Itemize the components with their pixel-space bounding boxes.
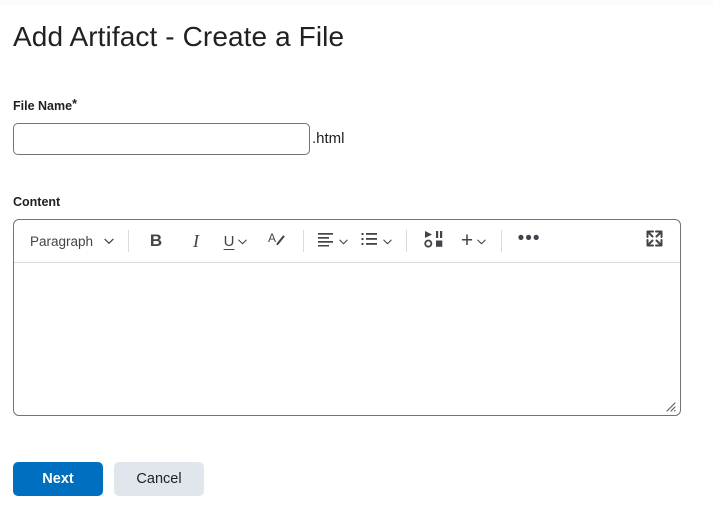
more-options-button[interactable]: ••• bbox=[509, 226, 549, 256]
chevron-down-icon bbox=[338, 236, 349, 247]
create-file-page: Add Artifact - Create a File File Name* … bbox=[0, 5, 713, 496]
fullscreen-button[interactable] bbox=[634, 226, 674, 256]
required-asterisk: * bbox=[72, 97, 77, 111]
insert-button[interactable]: + bbox=[454, 226, 494, 256]
bold-icon: B bbox=[150, 231, 162, 251]
italic-button[interactable]: I bbox=[176, 226, 216, 256]
expand-fullscreen-icon bbox=[645, 229, 664, 253]
insert-stuff-button[interactable] bbox=[414, 226, 454, 256]
bold-button[interactable]: B bbox=[136, 226, 176, 256]
file-name-label: File Name* bbox=[13, 97, 713, 114]
svg-text:A: A bbox=[268, 231, 276, 245]
toolbar-divider bbox=[303, 230, 304, 252]
editor-content-area[interactable] bbox=[14, 263, 680, 415]
align-button[interactable] bbox=[311, 226, 355, 256]
cancel-button[interactable]: Cancel bbox=[114, 462, 204, 496]
file-name-field-group: File Name* .html bbox=[0, 55, 713, 155]
align-left-icon bbox=[317, 231, 335, 252]
html-editor: Paragraph B I U bbox=[13, 219, 681, 416]
paragraph-style-label: Paragraph bbox=[30, 234, 93, 249]
form-actions: Next Cancel bbox=[0, 416, 713, 496]
toolbar-divider bbox=[501, 230, 502, 252]
toolbar-divider bbox=[406, 230, 407, 252]
chevron-down-icon bbox=[382, 236, 393, 247]
list-button[interactable] bbox=[355, 226, 399, 256]
paragraph-style-select[interactable]: Paragraph bbox=[20, 226, 121, 256]
resize-grip-icon[interactable] bbox=[662, 398, 676, 412]
plus-icon: + bbox=[461, 233, 473, 249]
content-field-group: Content Paragraph B I U bbox=[0, 155, 713, 416]
underline-button[interactable]: U bbox=[216, 226, 256, 256]
chevron-down-icon bbox=[476, 236, 487, 247]
text-style-button[interactable]: A bbox=[256, 226, 296, 256]
chevron-down-icon bbox=[237, 236, 248, 247]
file-extension-suffix: .html bbox=[312, 129, 345, 149]
ellipsis-icon: ••• bbox=[518, 234, 541, 248]
file-name-label-text: File Name bbox=[13, 99, 72, 113]
file-name-input[interactable] bbox=[13, 123, 310, 155]
page-title: Add Artifact - Create a File bbox=[0, 5, 713, 55]
chevron-down-icon bbox=[103, 235, 115, 247]
bulleted-list-icon bbox=[361, 231, 379, 252]
content-label: Content bbox=[13, 195, 713, 210]
file-name-row: .html bbox=[13, 123, 713, 155]
toolbar-divider bbox=[128, 230, 129, 252]
editor-toolbar: Paragraph B I U bbox=[14, 220, 680, 263]
underline-icon: U bbox=[224, 233, 235, 250]
insert-media-icon bbox=[424, 230, 444, 253]
italic-icon: I bbox=[193, 231, 199, 252]
next-button[interactable]: Next bbox=[13, 462, 103, 496]
format-text-color-icon: A bbox=[266, 229, 286, 254]
